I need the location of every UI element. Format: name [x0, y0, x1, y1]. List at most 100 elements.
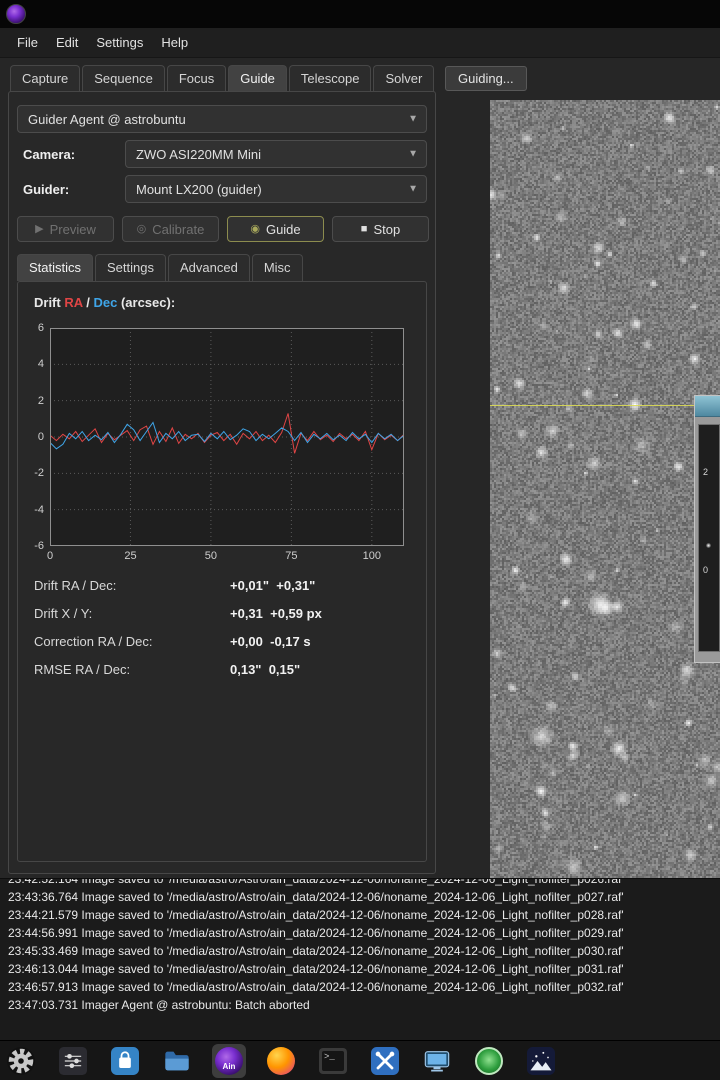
stat-value: 0,13" 0,15"	[230, 662, 300, 677]
x-tick-label: 25	[124, 550, 136, 562]
taskbar-firefox-icon[interactable]	[264, 1044, 298, 1078]
guide-subtab-bar: Statistics Settings Advanced Misc	[17, 254, 303, 281]
chevron-down-icon: ▼	[408, 184, 418, 195]
tab-telescope[interactable]: Telescope	[289, 65, 372, 92]
chevron-down-icon: ▼	[408, 114, 418, 125]
overlay-mini-chart: 2 0	[698, 424, 720, 652]
stat-value: +0,31 +0,59 px	[230, 606, 322, 621]
stat-row-drift-xy: Drift X / Y: +0,31 +0,59 px	[18, 606, 426, 626]
drift-chart	[50, 328, 404, 546]
phd2-guide-icon	[475, 1047, 503, 1075]
night-sky-icon	[527, 1047, 555, 1075]
calibrate-button[interactable]: ◎ Calibrate	[122, 216, 219, 242]
log-line: 23:47:03.731 Imager Agent @ astrobuntu: …	[8, 996, 720, 1014]
statistics-panel: Drift RA / Dec (arcsec): 6420-2-4-6 0255…	[17, 281, 427, 862]
stat-row-rmse: RMSE RA / Dec: 0,13" 0,15"	[18, 662, 426, 682]
drift-chart-x-axis: 0255075100	[50, 550, 404, 564]
guider-label: Guider:	[23, 182, 69, 197]
taskbar-phd2-icon[interactable]	[472, 1044, 506, 1078]
drift-chart-plot	[50, 328, 404, 546]
stop-button-label: Stop	[373, 222, 400, 237]
taskbar: Ain >_	[0, 1040, 720, 1080]
terminal-icon: >_	[319, 1048, 347, 1074]
x-tick-label: 75	[285, 550, 297, 562]
log-line: 23:46:57.913 Image saved to '/media/astr…	[8, 978, 720, 996]
menubar: File Edit Settings Help	[0, 28, 720, 58]
stop-square-icon: ■	[361, 224, 368, 235]
main-tab-bar: Capture Sequence Focus Guide Telescope S…	[10, 65, 434, 92]
taskbar-stellarium-icon[interactable]	[524, 1044, 558, 1078]
tab-sequence[interactable]: Sequence	[82, 65, 165, 92]
menu-help[interactable]: Help	[152, 31, 197, 54]
guider-image-viewer[interactable]: 2 0	[490, 100, 720, 878]
menu-file[interactable]: File	[8, 31, 47, 54]
guider-agent-select[interactable]: Guider Agent @ astrobuntu ▼	[17, 105, 427, 133]
tab-focus[interactable]: Focus	[167, 65, 226, 92]
stat-label: RMSE RA / Dec:	[34, 662, 130, 677]
window-titlebar[interactable]	[0, 0, 720, 28]
overlay-star-blob	[706, 543, 711, 548]
y-tick-label: 4	[22, 358, 44, 371]
stat-label: Drift RA / Dec:	[34, 578, 116, 593]
y-tick-label: -6	[22, 540, 44, 553]
guider-image-canvas	[490, 100, 720, 878]
stat-label: Drift X / Y:	[34, 606, 92, 621]
taskbar-settings-gear-icon[interactable]	[4, 1044, 38, 1078]
drift-chart-title: Drift RA / Dec (arcsec):	[34, 295, 175, 310]
tab-solver[interactable]: Solver	[373, 65, 434, 92]
subtab-misc[interactable]: Misc	[252, 254, 303, 281]
overlay-window-titlebar[interactable]	[695, 396, 720, 417]
subtab-statistics[interactable]: Statistics	[17, 254, 93, 281]
preview-button-label: Preview	[50, 222, 96, 237]
x-tick-label: 0	[47, 550, 53, 562]
guiding-status-button[interactable]: Guiding...	[445, 66, 527, 91]
sliders-icon	[59, 1047, 87, 1075]
subtab-advanced[interactable]: Advanced	[168, 254, 250, 281]
app-icon	[6, 4, 26, 24]
log-line: 23:46:13.044 Image saved to '/media/astr…	[8, 960, 720, 978]
guide-button[interactable]: ◉ Guide	[227, 216, 324, 242]
overlay-tick-label: 2	[703, 467, 708, 477]
taskbar-terminal-icon[interactable]: >_	[316, 1044, 350, 1078]
chevron-down-icon: ▼	[408, 149, 418, 160]
camera-value: ZWO ASI220MM Mini	[136, 147, 261, 162]
taskbar-tweaks-icon[interactable]	[56, 1044, 90, 1078]
guide-target-icon: ◉	[250, 224, 260, 235]
tab-guide[interactable]: Guide	[228, 65, 287, 92]
ain-icon-label: Ain	[215, 1062, 243, 1071]
subtab-settings[interactable]: Settings	[95, 254, 166, 281]
guider-value: Mount LX200 (guider)	[136, 182, 262, 197]
selection-overlay-window[interactable]: 2 0	[694, 395, 720, 663]
camera-select[interactable]: ZWO ASI220MM Mini ▼	[125, 140, 427, 168]
taskbar-file-manager-icon[interactable]	[160, 1044, 194, 1078]
stop-button[interactable]: ■ Stop	[332, 216, 429, 242]
taskbar-system-tools-icon[interactable]	[368, 1044, 402, 1078]
stat-label: Correction RA / Dec:	[34, 634, 153, 649]
crossed-tools-icon	[371, 1047, 399, 1075]
preview-button[interactable]: ▶ Preview	[17, 216, 114, 242]
stat-row-correction: Correction RA / Dec: +0,00 -0,17 s	[18, 634, 426, 654]
taskbar-software-center-icon[interactable]	[108, 1044, 142, 1078]
log-line: 23:43:36.764 Image saved to '/media/astr…	[8, 888, 720, 906]
taskbar-ain-imager-icon[interactable]: Ain	[212, 1044, 246, 1078]
tab-capture[interactable]: Capture	[10, 65, 80, 92]
x-tick-label: 100	[363, 550, 381, 562]
guider-agent-value: Guider Agent @ astrobuntu	[28, 112, 186, 127]
guiding-status-label: Guiding...	[458, 71, 514, 86]
guider-select[interactable]: Mount LX200 (guider) ▼	[125, 175, 427, 203]
log-line: 23:44:21.579 Image saved to '/media/astr…	[8, 906, 720, 924]
guide-button-label: Guide	[266, 222, 301, 237]
stat-row-drift-radec: Drift RA / Dec: +0,01" +0,31"	[18, 578, 426, 598]
menu-edit[interactable]: Edit	[47, 31, 87, 54]
overlay-tick-label: 0	[703, 565, 708, 575]
guide-panel: Guider Agent @ astrobuntu ▼ Camera: ZWO …	[8, 91, 436, 874]
log-line: 23:44:56.991 Image saved to '/media/astr…	[8, 924, 720, 942]
folder-icon	[163, 1047, 191, 1075]
firefox-icon	[267, 1047, 295, 1075]
menu-settings[interactable]: Settings	[87, 31, 152, 54]
taskbar-display-icon[interactable]	[420, 1044, 454, 1078]
y-tick-label: 6	[22, 322, 44, 335]
y-tick-label: -2	[22, 467, 44, 480]
monitor-icon	[423, 1047, 451, 1075]
log-output[interactable]: 23:42:52.164 Image saved to '/media/astr…	[0, 878, 720, 1040]
